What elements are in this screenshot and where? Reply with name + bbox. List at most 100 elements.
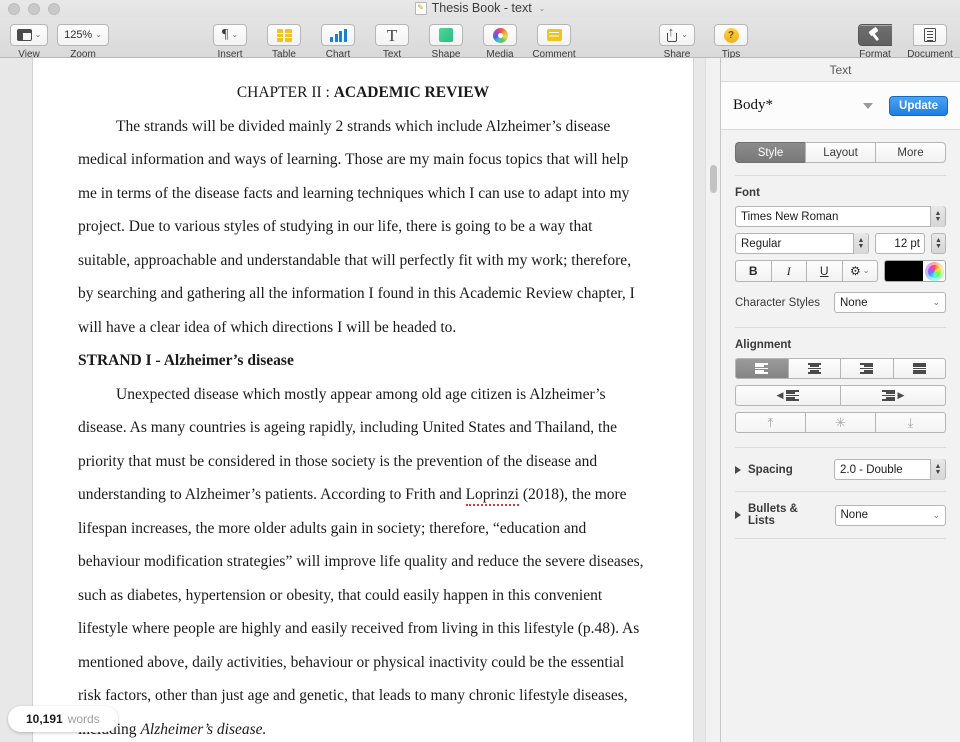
indent-group: ◀ ▶	[735, 385, 946, 406]
increase-indent-icon: ▶	[881, 390, 904, 401]
bullets-label: Bullets & Lists	[748, 503, 798, 527]
tips-button[interactable]: ? Tips	[704, 24, 758, 60]
align-center-button[interactable]	[787, 358, 840, 379]
document-canvas[interactable]: CHAPTER II : ACADEMIC REVIEW The strands…	[0, 58, 720, 742]
spacing-label: Spacing	[748, 463, 793, 476]
color-wheel-icon[interactable]	[924, 262, 944, 281]
font-size-input[interactable]: 12 pt	[875, 233, 925, 254]
triangle-down-icon[interactable]	[863, 102, 874, 109]
bullets-value: None	[840, 509, 869, 521]
toolbar-group-share: ⌄ Share ? Tips	[650, 24, 758, 60]
chevron-down-icon: ⌄	[932, 297, 940, 307]
document-text-body[interactable]: CHAPTER II : ACADEMIC REVIEW The strands…	[78, 76, 648, 742]
scrollbar-thumb[interactable]	[710, 165, 717, 193]
misspelled-word[interactable]: Loprinzi	[465, 486, 519, 506]
font-color-swatch[interactable]	[885, 261, 923, 281]
paragraph-2-part-b: (2018), the more lifespan increases, the…	[78, 486, 644, 738]
spacing-row: Spacing 2.0 - Double ▲ ▼	[735, 459, 946, 480]
tab-more[interactable]: More	[875, 142, 946, 163]
document-title[interactable]: ✎ Thesis Book - text ⌄	[0, 1, 960, 15]
bullets-row: Bullets & Lists None ⌄	[735, 503, 946, 527]
bullets-select[interactable]: None ⌄	[834, 504, 946, 526]
font-size-stepper[interactable]: ▲ ▼	[931, 233, 946, 254]
decrease-indent-button[interactable]: ◀	[735, 385, 840, 406]
table-icon	[276, 28, 292, 42]
align-center-icon	[807, 363, 821, 374]
share-button[interactable]: ⌄ Share	[650, 24, 704, 60]
spacing-value: 2.0 - Double	[840, 463, 903, 476]
stepper-icon[interactable]: ▲ ▼	[853, 233, 868, 254]
align-justify-button[interactable]	[892, 358, 946, 379]
shape-icon	[439, 28, 453, 42]
align-right-button[interactable]	[840, 358, 893, 379]
paintbrush-icon	[868, 28, 883, 42]
update-style-button[interactable]: Update	[889, 95, 948, 116]
text-button[interactable]: T Text	[365, 24, 419, 60]
media-icon	[492, 27, 508, 43]
comment-button[interactable]: Comment	[527, 24, 581, 60]
view-button[interactable]: ⌄ View	[2, 24, 56, 60]
tips-icon: ?	[723, 27, 739, 43]
format-toggle-button[interactable]: Format	[849, 24, 901, 60]
font-options-button[interactable]: ⚙ ⌄	[841, 260, 878, 282]
stepper-icon[interactable]: ▲ ▼	[930, 206, 945, 227]
align-middle-button[interactable]: ✳	[805, 412, 875, 433]
chapter-heading-prefix: CHAPTER II :	[236, 84, 334, 101]
font-weight-select[interactable]: Regular ▲ ▼	[735, 233, 869, 254]
align-top-button[interactable]: ⤒	[735, 412, 805, 433]
align-left-button[interactable]	[735, 358, 788, 379]
character-styles-select[interactable]: None ⌄	[834, 292, 946, 313]
table-button[interactable]: Table	[257, 24, 311, 60]
font-color-picker[interactable]	[884, 260, 946, 282]
chevron-down-icon[interactable]: ⌄	[539, 4, 546, 13]
align-right-icon	[860, 363, 874, 374]
tab-layout[interactable]: Layout	[805, 142, 875, 163]
share-icon	[666, 25, 678, 42]
media-button[interactable]: Media	[473, 24, 527, 60]
decrease-indent-icon: ◀	[777, 390, 800, 401]
document-toggle-button[interactable]: Document	[901, 24, 959, 60]
divider	[735, 175, 946, 176]
align-bottom-icon: ⤓	[907, 415, 914, 430]
document-page[interactable]: CHAPTER II : ACADEMIC REVIEW The strands…	[33, 58, 693, 742]
divider	[735, 491, 946, 492]
horizontal-alignment-group	[735, 358, 946, 379]
bar-chart-icon	[330, 28, 347, 42]
toolbar-group-view: ⌄ View 125% ⌄ Zoom	[2, 24, 110, 60]
font-family-select[interactable]: Times New Roman ▲ ▼	[735, 206, 946, 227]
pilcrow-icon: ¶	[221, 27, 229, 42]
comment-icon	[546, 29, 562, 41]
tab-style[interactable]: Style	[735, 142, 805, 163]
paragraph-2-italic: Alzheimer’s disease.	[140, 720, 267, 738]
word-count-badge[interactable]: 10,191 words	[8, 706, 118, 732]
align-bottom-button[interactable]: ⤓	[875, 412, 946, 433]
insert-button[interactable]: ¶ ⌄ Insert	[203, 24, 257, 60]
paragraph-1: The strands will be divided mainly 2 str…	[78, 117, 635, 336]
bold-button[interactable]: B	[735, 260, 771, 282]
toolbar-group-insert: ¶ ⌄ Insert Table Chart T Text Shape Medi…	[203, 24, 581, 60]
document-title-text: Thesis Book - text	[431, 1, 532, 15]
divider	[735, 447, 946, 448]
chart-button[interactable]: Chart	[311, 24, 365, 60]
chevron-down-icon: ⌄	[932, 509, 940, 520]
increase-indent-button[interactable]: ▶	[840, 385, 946, 406]
zoom-level-value: 125%	[64, 29, 93, 41]
stepper-icon[interactable]: ▲ ▼	[930, 459, 945, 480]
zoom-button[interactable]: 125% ⌄ Zoom	[56, 24, 110, 60]
disclosure-triangle-icon[interactable]	[735, 465, 741, 474]
font-section-label: Font	[735, 187, 760, 199]
main-toolbar: ⌄ View 125% ⌄ Zoom ¶ ⌄ Insert Table Char…	[0, 18, 960, 60]
document-scrollbar[interactable]	[705, 58, 720, 742]
paragraph-style-name[interactable]: Body*	[733, 97, 855, 114]
word-count-label: words	[67, 712, 100, 726]
text-box-icon: T	[386, 25, 398, 45]
chevron-down-icon: ⌄	[681, 30, 688, 39]
spacing-select[interactable]: 2.0 - Double ▲ ▼	[834, 459, 946, 480]
underline-button[interactable]: U	[806, 260, 842, 282]
shape-button[interactable]: Shape	[419, 24, 473, 60]
align-top-icon: ⤒	[767, 415, 774, 430]
italic-button[interactable]: I	[770, 260, 806, 282]
disclosure-triangle-icon[interactable]	[735, 511, 741, 519]
chevron-down-icon: ⌄	[231, 30, 239, 39]
align-middle-icon: ✳	[835, 415, 846, 430]
